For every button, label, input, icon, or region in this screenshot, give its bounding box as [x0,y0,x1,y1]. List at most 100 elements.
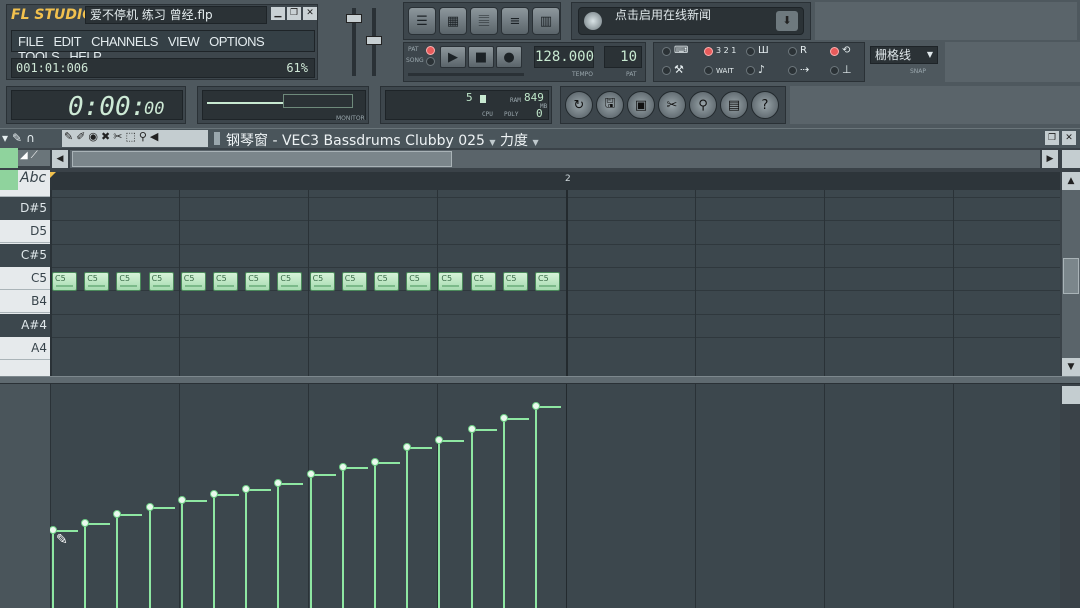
song-position-bar[interactable] [408,73,524,76]
velocity-handle[interactable] [467,425,476,433]
pat-mode-led[interactable] [426,46,435,55]
metronome-led[interactable] [662,66,671,75]
stop-icon[interactable]: ■ [468,46,494,68]
document-icon[interactable]: ▤ [720,91,748,119]
master-volume-slider[interactable] [346,14,362,23]
velocity-stem[interactable] [277,483,280,608]
velocity-handle[interactable] [306,470,315,478]
velocity-stem[interactable] [438,440,441,608]
note[interactable]: C5 [148,272,174,291]
cut-icon[interactable]: ✂ [658,91,686,119]
velocity-target[interactable]: 力度 [500,133,528,149]
velocity-stem[interactable] [180,500,183,608]
note[interactable]: C5 [245,272,271,291]
note[interactable]: C5 [502,272,528,291]
export-icon[interactable]: ▣ [627,91,655,119]
velocity-stem[interactable] [406,447,409,608]
menu-options[interactable]: OPTIONS [209,34,265,49]
note[interactable]: C5 [180,272,206,291]
blend-led[interactable] [788,47,797,56]
record-icon[interactable]: ● [496,46,522,68]
wait-led[interactable] [704,66,713,75]
velocity-handle[interactable] [435,436,444,444]
piano-roll-icon[interactable]: 𝄚 [470,7,498,35]
note[interactable]: C5 [52,272,77,291]
mixer-icon[interactable]: ▥ [532,7,560,35]
tempo-display[interactable]: 128.000 [534,46,594,68]
velocity-stem[interactable] [52,530,54,608]
velocity-stem[interactable] [309,474,312,608]
velocity-stem[interactable] [213,494,215,608]
velocity-stem[interactable] [245,489,248,608]
velocity-stem[interactable] [374,462,376,608]
note-led[interactable] [746,66,755,75]
note[interactable]: C5 [470,272,496,291]
note[interactable]: C5 [84,272,110,291]
note[interactable]: C5 [116,272,142,291]
restore-icon[interactable]: ❐ [1045,131,1059,145]
pattern-display[interactable]: 10 [604,46,642,68]
piano-key[interactable]: A4 [0,336,50,360]
velocity-stem[interactable] [502,418,505,608]
velocity-handle[interactable] [177,496,186,504]
velocity-stem[interactable] [116,514,119,608]
piano-key[interactable]: D#5 [0,197,50,220]
snap-select[interactable]: 栅格线 ▼ [870,46,938,64]
undo-icon[interactable]: ↻ [565,91,593,119]
note[interactable]: C5 [535,272,560,291]
news-ticker[interactable]: 点击启用在线新闻 [578,7,804,35]
step-edit-led[interactable] [746,47,755,56]
velocity-stem[interactable] [148,507,151,608]
velocity-handle[interactable] [371,458,379,466]
horizontal-scroll-track[interactable] [70,150,1040,168]
horizontal-scrollbar[interactable] [72,151,452,167]
loop-record-led[interactable] [830,47,839,56]
playlist-icon[interactable]: ☰ [408,7,436,35]
note-grid[interactable]: C5 C5 C5 C5 C5 C5 C5 C5 C5 C5 C5 C5 C5 C5 C5 C5 [50,190,1060,376]
zoom-minus-icon[interactable] [1062,150,1080,168]
play-icon[interactable]: ▶ [440,46,466,68]
velocity-handle[interactable] [242,485,251,493]
piano-roll-tools[interactable]: ▾✎∩ [2,131,39,145]
restore-icon[interactable]: ❐ [287,7,301,20]
menu-view[interactable]: VIEW [168,34,200,49]
velocity-stem[interactable] [535,406,537,608]
master-pitch-slider[interactable] [366,36,382,45]
draw-mode-icons[interactable]: ◢⟋ [18,150,50,166]
note[interactable]: C5 [213,272,238,291]
piano-key[interactable]: A#4 [0,313,50,337]
multilink-led[interactable] [830,66,839,75]
piano-key[interactable]: B4 [0,290,50,314]
minimize-icon[interactable]: ▁ [271,7,285,20]
lane-zoom-icon[interactable] [1062,386,1080,404]
scroll-down-icon[interactable]: ▼ [1062,358,1080,376]
time-display[interactable]: 0:00: 00 [11,90,183,122]
piano-key[interactable]: C#5 [0,243,50,267]
velocity-stem[interactable] [470,429,473,608]
song-mode-led[interactable] [426,57,435,66]
download-icon[interactable]: ⬇ [776,11,798,31]
help-icon[interactable]: ? [751,91,779,119]
scroll-right-icon[interactable]: ▶ [1042,150,1058,168]
piano-key[interactable]: D5 [0,220,50,244]
velocity-lane[interactable] [50,384,1060,608]
zoom-icon[interactable]: ⚲ [689,91,717,119]
note[interactable]: C5 [374,272,399,291]
velocity-handle[interactable] [145,503,154,511]
velocity-handle[interactable] [532,402,540,410]
typing-keyboard-led[interactable] [662,47,671,56]
note[interactable]: C5 [309,272,335,291]
velocity-handle[interactable] [113,510,122,518]
note[interactable]: C5 [341,272,367,291]
countdown-led[interactable] [704,47,713,56]
menu-channels[interactable]: CHANNELS [91,34,158,49]
scroll-up-icon[interactable]: ▲ [1062,172,1080,190]
velocity-handle[interactable] [81,519,90,527]
scroll-led[interactable] [788,66,797,75]
scroll-left-icon[interactable]: ◀ [52,150,68,168]
vertical-scrollbar[interactable] [1063,258,1079,294]
save-icon[interactable]: 🖫 [596,91,624,119]
browser-icon[interactable]: ≡ [501,7,529,35]
menu-file[interactable]: FILE [18,34,44,49]
piano-key[interactable]: C5 [0,266,50,290]
